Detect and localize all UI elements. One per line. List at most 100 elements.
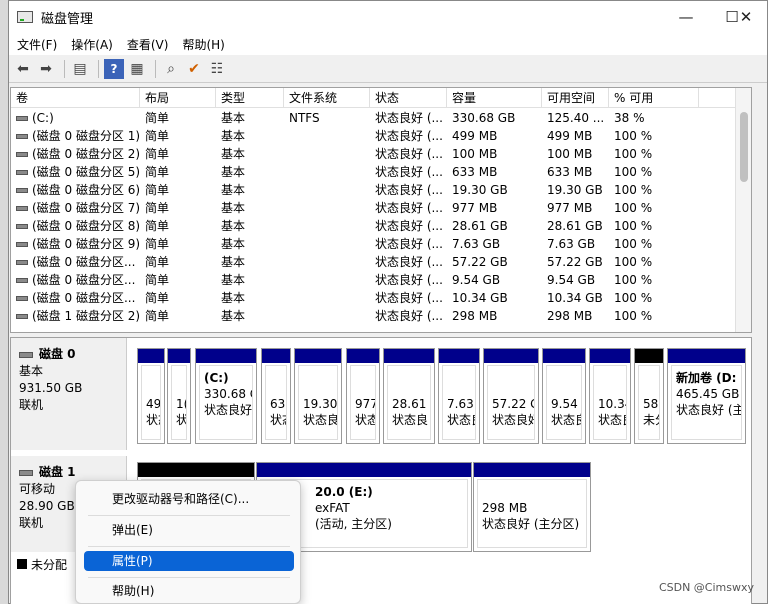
partition-size: exFAT <box>315 501 350 515</box>
partition-bar <box>439 349 479 363</box>
volume-cell-layout: 简单 <box>145 309 170 323</box>
partition-size: 28.61 ( <box>392 397 431 411</box>
volume-cell-fs <box>284 145 370 163</box>
volume-cell-name: (磁盘 0 磁盘分区 1) <box>11 127 140 145</box>
volume-row[interactable]: (磁盘 0 磁盘分区 6) 简单 基本 状态良好 (... 19.30 GB 19.30 … <box>11 181 751 199</box>
partition-status: 状态 <box>270 413 286 427</box>
volume-cell-name: (磁盘 0 磁盘分区... <box>11 289 140 307</box>
context-change-drive-letter[interactable]: 更改驱动器号和路径(C)... <box>84 489 294 509</box>
partition-info: 7.63 (状态良 <box>442 365 476 440</box>
volume-cell-type: 基本 <box>221 237 246 251</box>
column-header-status[interactable]: 状态 <box>370 88 447 108</box>
partition-size: 10.34 <box>598 397 626 411</box>
disk-0-partition[interactable]: 19.30 状态良 <box>294 348 342 444</box>
volume-row[interactable]: (磁盘 0 磁盘分区... 简单 基本 状态良好 (... 9.54 GB 9.54 GB… <box>11 271 751 289</box>
volume-icon <box>16 116 28 121</box>
column-header-capacity[interactable]: 容量 <box>447 88 542 108</box>
connect-icon[interactable]: ⌕ <box>161 59 181 79</box>
context-eject[interactable]: 弹出(E) <box>84 520 294 540</box>
console-icon[interactable]: ▦ <box>127 59 147 79</box>
column-header-layout[interactable]: 布局 <box>140 88 216 108</box>
menu-view[interactable]: 查看(V) <box>121 36 175 53</box>
column-header-filesystem[interactable]: 文件系统 <box>284 88 370 108</box>
disk-0-partition[interactable]: 57.22 G 状态良好 <box>483 348 539 444</box>
disk-0-partition[interactable]: 10.34 状态良 <box>589 348 631 444</box>
volume-cell-layout: 简单 <box>145 291 170 305</box>
forward-icon[interactable]: ➡ <box>36 59 56 79</box>
disk-0-partition[interactable]: 499 状态 <box>137 348 165 444</box>
close-button[interactable]: ✕ <box>723 1 768 33</box>
volume-cell-fs <box>284 217 370 235</box>
volume-cell-pct: 100 % <box>614 201 653 215</box>
column-header-percent-free[interactable]: % 可用 <box>609 88 699 108</box>
disk-0-partition[interactable]: 977 状态 <box>346 348 380 444</box>
volume-name: (磁盘 0 磁盘分区 8) <box>32 219 140 233</box>
check-icon[interactable]: ✔ <box>184 59 204 79</box>
volume-cell-capacity: 298 MB <box>452 309 498 323</box>
disk-0-partition[interactable]: 582 未分 <box>634 348 664 444</box>
column-header-free-space[interactable]: 可用空间 <box>542 88 609 108</box>
unallocated-swatch <box>17 559 27 569</box>
volume-icon <box>16 134 28 139</box>
volume-cell-type: 基本 <box>221 201 246 215</box>
disk-0-partition[interactable]: (C:) 330.68 G 状态良好 <box>195 348 257 444</box>
menu-help[interactable]: 帮助(H) <box>176 36 230 53</box>
column-header-volume[interactable]: 卷 <box>11 88 140 108</box>
volume-row[interactable]: (C:) 简单 基本 NTFS 状态良好 (... 330.68 GB 125.40 ...… <box>11 109 751 127</box>
volume-cell-pct: 100 % <box>614 255 653 269</box>
volume-row[interactable]: (磁盘 0 磁盘分区 7) 简单 基本 状态良好 (... 977 MB 977 MB 10… <box>11 199 751 217</box>
volume-row[interactable]: (磁盘 0 磁盘分区... 简单 基本 状态良好 (... 10.34 GB 10.34 … <box>11 289 751 307</box>
column-header-type[interactable]: 类型 <box>216 88 284 108</box>
partition-status: 状态良 <box>551 413 581 427</box>
context-help[interactable]: 帮助(H) <box>84 581 294 601</box>
partition-info: 1(状 <box>171 365 187 440</box>
volume-list-header: 卷 布局 类型 文件系统 状态 容量 可用空间 % 可用 <box>11 88 751 108</box>
minimize-button[interactable]: — <box>663 1 709 33</box>
volume-cell-pct: 100 % <box>614 309 653 323</box>
volume-cell-name: (磁盘 0 磁盘分区 7) <box>11 199 140 217</box>
volume-list-scrollbar[interactable] <box>735 88 751 332</box>
volume-cell-layout: 简单 <box>145 237 170 251</box>
partition-status: (活动, 主分区) <box>315 517 392 531</box>
help-icon[interactable]: ? <box>104 58 124 79</box>
menu-file[interactable]: 文件(F) <box>11 36 63 53</box>
volume-row[interactable]: (磁盘 0 磁盘分区 8) 简单 基本 状态良好 (... 28.61 GB 28.61 … <box>11 217 751 235</box>
volume-cell-fs <box>284 307 370 325</box>
disk-management-app-icon <box>17 11 33 23</box>
volume-cell-name: (磁盘 0 磁盘分区 5) <box>11 163 140 181</box>
scrollbar-thumb[interactable] <box>740 112 748 182</box>
back-icon[interactable]: ⬅ <box>13 59 33 79</box>
context-properties[interactable]: 属性(P) <box>84 551 294 571</box>
disk-0-partition[interactable]: 633 状态 <box>261 348 291 444</box>
volume-row[interactable]: (磁盘 0 磁盘分区 1) 简单 基本 状态良好 (... 499 MB 499 MB 10… <box>11 127 751 145</box>
partition-bar <box>138 349 164 363</box>
partition-info: (C:) 330.68 G 状态良好 <box>199 365 253 440</box>
volume-row[interactable]: (磁盘 0 磁盘分区 2) 简单 基本 状态良好 (... 100 MB 100 MB 10… <box>11 145 751 163</box>
volume-row[interactable]: (磁盘 0 磁盘分区 9) 简单 基本 状态良好 (... 7.63 GB 7.63 GB… <box>11 235 751 253</box>
disk-0-partition[interactable]: 新加卷 (D: 465.45 GB 状态良好 (主 <box>667 348 746 444</box>
disk-0-partition[interactable]: 1(状 <box>167 348 191 444</box>
disk-1-partition[interactable]: 298 MB 状态良好 (主分区) <box>473 462 591 552</box>
partition-bar <box>590 349 630 363</box>
volume-row[interactable]: (磁盘 0 磁盘分区... 简单 基本 状态良好 (... 57.22 GB 57.22 … <box>11 253 751 271</box>
volume-icon <box>16 170 28 175</box>
disk-0-partition[interactable]: 28.61 (状态良 <box>383 348 435 444</box>
disk-0-type: 基本 <box>19 364 44 378</box>
volume-cell-capacity: 7.63 GB <box>452 237 501 251</box>
disk-0-partition[interactable]: 9.54 (状态良 <box>542 348 586 444</box>
volume-row[interactable]: (磁盘 0 磁盘分区 5) 简单 基本 状态良好 (... 633 MB 633 MB 10… <box>11 163 751 181</box>
volume-icon <box>16 224 28 229</box>
volume-cell-free: 633 MB <box>547 165 593 179</box>
properties-icon[interactable]: ☷ <box>207 59 227 79</box>
volume-cell-layout: 简单 <box>145 201 170 215</box>
volume-cell-name: (磁盘 0 磁盘分区... <box>11 271 140 289</box>
disk-0-partition[interactable]: 7.63 (状态良 <box>438 348 480 444</box>
volume-cell-layout: 简单 <box>145 273 170 287</box>
disk-0-label[interactable]: 磁盘 0 基本 931.50 GB 联机 <box>11 338 127 450</box>
list-icon[interactable]: ▤ <box>70 59 90 79</box>
volume-row[interactable]: (磁盘 1 磁盘分区 2) 简单 基本 状态良好 (... 298 MB 298 MB 10… <box>11 307 751 325</box>
menu-action[interactable]: 操作(A) <box>65 36 119 53</box>
volume-cell-type: 基本 <box>221 291 246 305</box>
partition-info: 298 MB 状态良好 (主分区) <box>477 479 587 548</box>
volume-cell-status: 状态良好 (... <box>375 183 443 197</box>
